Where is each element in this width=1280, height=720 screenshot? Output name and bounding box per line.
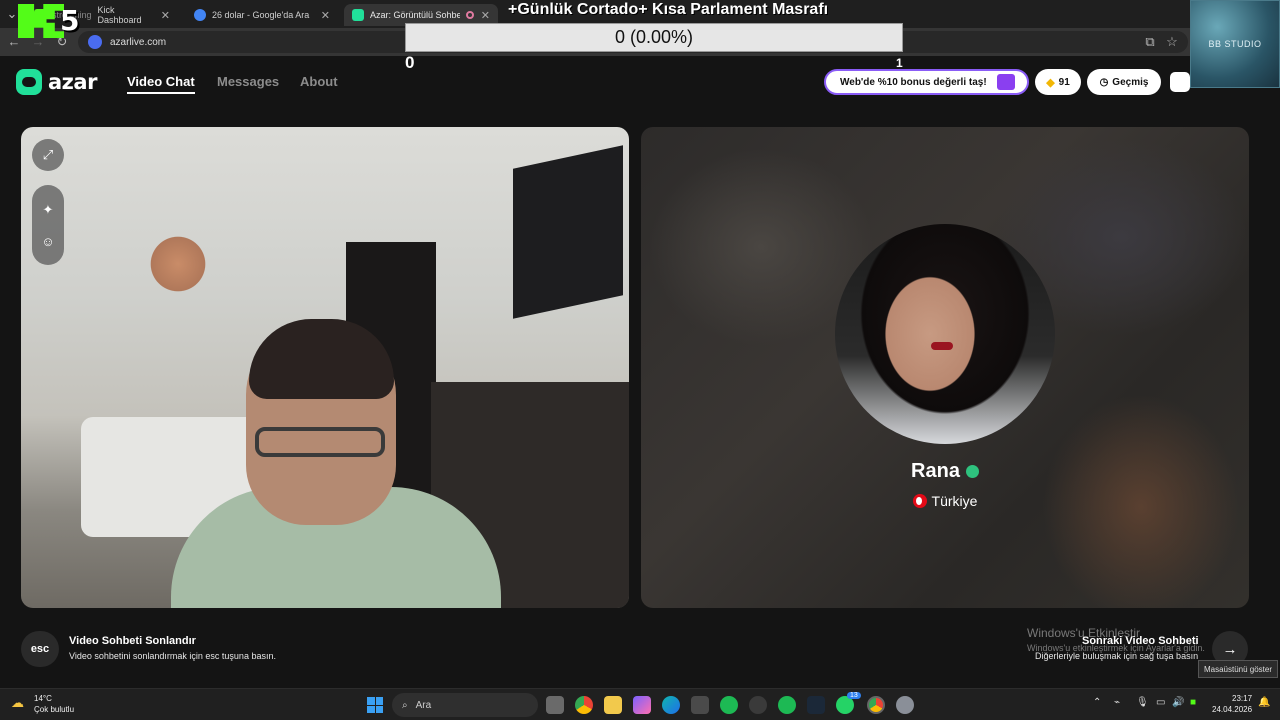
site-info-icon[interactable] <box>88 35 102 49</box>
verified-icon <box>965 465 979 478</box>
steam-icon[interactable] <box>807 696 825 714</box>
azar-logo[interactable]: azar <box>16 69 97 95</box>
close-tab-icon[interactable]: ✕ <box>321 9 330 22</box>
tray-chevron-icon[interactable]: ⌃ <box>1093 697 1101 708</box>
tab-google-search[interactable]: 26 dolar - Google'da Ara ✕ <box>186 4 338 26</box>
effects-toolbar: ✦ ☺ <box>32 185 64 265</box>
whatsapp-badge: 13 <box>847 692 861 699</box>
google-favicon-icon <box>194 9 206 21</box>
remote-name: Rana <box>911 460 960 482</box>
clock-time[interactable]: 23:17 <box>1232 694 1252 703</box>
clock-date[interactable]: 24.04.2026 <box>1212 705 1252 714</box>
history-label: Geçmiş <box>1112 76 1149 88</box>
tray-app-icon[interactable]: ⌁ <box>1114 697 1120 708</box>
tab-label: Kick Dashboard <box>97 5 142 25</box>
microphone-icon[interactable]: 🎙 <box>1136 697 1149 708</box>
file-explorer-icon[interactable] <box>604 696 622 714</box>
chrome-icon[interactable] <box>575 696 593 714</box>
promo-button[interactable]: Web'de %10 bonus değerli taş! <box>824 69 1029 95</box>
gem-icon: ◆ <box>1046 76 1055 89</box>
gift-icon <box>997 74 1015 90</box>
avatar-lips <box>931 342 953 350</box>
tv <box>513 145 623 319</box>
volume-icon[interactable]: 🔊 <box>1172 697 1184 708</box>
install-app-icon[interactable]: ⧉ <box>1142 34 1158 50</box>
studio-logo: BB STUDIO <box>1190 0 1280 88</box>
history-button[interactable]: ◷ Geçmiş <box>1087 69 1161 95</box>
remote-avatar <box>835 224 1055 444</box>
chrome-active-icon[interactable] <box>867 696 885 714</box>
remote-country: Türkiye <box>931 493 978 509</box>
stream-title: +Günlük Cortado+ Kısa Parlament Masrafı <box>508 1 829 18</box>
close-tab-icon[interactable]: ✕ <box>481 9 490 22</box>
settings-gear-icon[interactable] <box>896 696 914 714</box>
copilot-icon[interactable] <box>633 696 651 714</box>
local-video <box>21 127 629 608</box>
recording-icon <box>466 11 474 19</box>
edge-icon[interactable] <box>662 696 680 714</box>
tab-label: Azar: Görüntülü Sohbet & \ <box>370 10 460 20</box>
task-view-icon[interactable] <box>546 696 564 714</box>
sticker-face-icon[interactable]: ☺ <box>41 234 54 249</box>
shop-icon[interactable] <box>1170 72 1190 92</box>
promo-text: Web'de %10 bonus değerli taş! <box>840 76 987 88</box>
azar-favicon-icon <box>352 9 364 21</box>
windows-taskbar: ☁ 14°C Çok bulutlu ⌕ Ara 13 ⌃ ⌁ 🎙 ▭ 🔊 ■ … <box>0 688 1280 720</box>
magic-wand-icon[interactable]: ✦ <box>43 202 54 218</box>
notification-bell-icon[interactable]: 🔔 <box>1258 697 1270 708</box>
azar-logo-text: azar <box>48 70 97 94</box>
next-chat-description: Diğerleriyle buluşmak için sağ tuşa bası… <box>1035 651 1199 661</box>
network-icon[interactable]: ▭ <box>1156 697 1165 708</box>
show-desktop-tooltip: Masaüstünü göster <box>1198 660 1278 678</box>
close-tab-icon[interactable]: ✕ <box>161 9 170 22</box>
gems-button[interactable]: ◆ 91 <box>1035 69 1081 95</box>
weather-description[interactable]: Çok bulutlu <box>34 705 74 714</box>
next-chat-title: Sonraki Video Sohbeti <box>1082 635 1199 647</box>
turkey-flag-icon <box>912 494 927 508</box>
search-icon: ⌕ <box>402 699 408 711</box>
studio-label: BB STUDIO <box>1208 39 1262 49</box>
nav-messages[interactable]: Messages <box>217 74 279 89</box>
tab-search-icon[interactable]: ⌄ <box>4 6 20 22</box>
kick-counter: 5 <box>60 4 80 37</box>
clock-icon: ◷ <box>1099 76 1109 88</box>
nav-video-chat[interactable]: Video Chat <box>127 74 195 94</box>
remote-country-row: Türkiye <box>641 493 1249 509</box>
nav-about[interactable]: About <box>300 74 338 89</box>
taskbar-search[interactable]: ⌕ Ara <box>392 693 538 717</box>
remote-name-row: Rana <box>641 460 1249 483</box>
spotify-icon[interactable] <box>720 696 738 714</box>
bookmark-star-icon[interactable]: ☆ <box>1164 34 1180 50</box>
goal-progress-text: 0 (0.00%) <box>614 27 694 47</box>
tray-kick-icon[interactable]: ■ <box>1190 697 1196 708</box>
app-icon[interactable] <box>749 696 767 714</box>
spotify-icon-2[interactable] <box>778 696 796 714</box>
tab-label: 26 dolar - Google'da Ara <box>212 10 310 20</box>
azar-logo-icon <box>16 69 42 95</box>
search-placeholder: Ara <box>415 699 432 711</box>
store-icon[interactable] <box>691 696 709 714</box>
goal-max-label: 1 <box>896 56 903 70</box>
weather-temperature[interactable]: 14°C <box>34 694 52 703</box>
remote-video: Rana Türkiye <box>641 127 1249 608</box>
gems-count: 91 <box>1058 76 1070 88</box>
end-chat-description: Video sohbetini sonlandırmak için esc tu… <box>69 651 276 661</box>
glasses <box>255 427 385 457</box>
weather-cloud-icon[interactable]: ☁ <box>11 695 29 711</box>
url-text: azarlive.com <box>110 36 167 48</box>
goal-min-label: 0 <box>405 53 415 72</box>
end-chat-title: Video Sohbeti Sonlandır <box>69 635 196 647</box>
windows-start-icon[interactable] <box>367 697 383 713</box>
goal-progress-bar: 0 (0.00%) <box>405 23 903 52</box>
expand-icon[interactable]: ⤢ <box>32 139 64 171</box>
end-chat-button[interactable]: esc <box>21 631 59 667</box>
